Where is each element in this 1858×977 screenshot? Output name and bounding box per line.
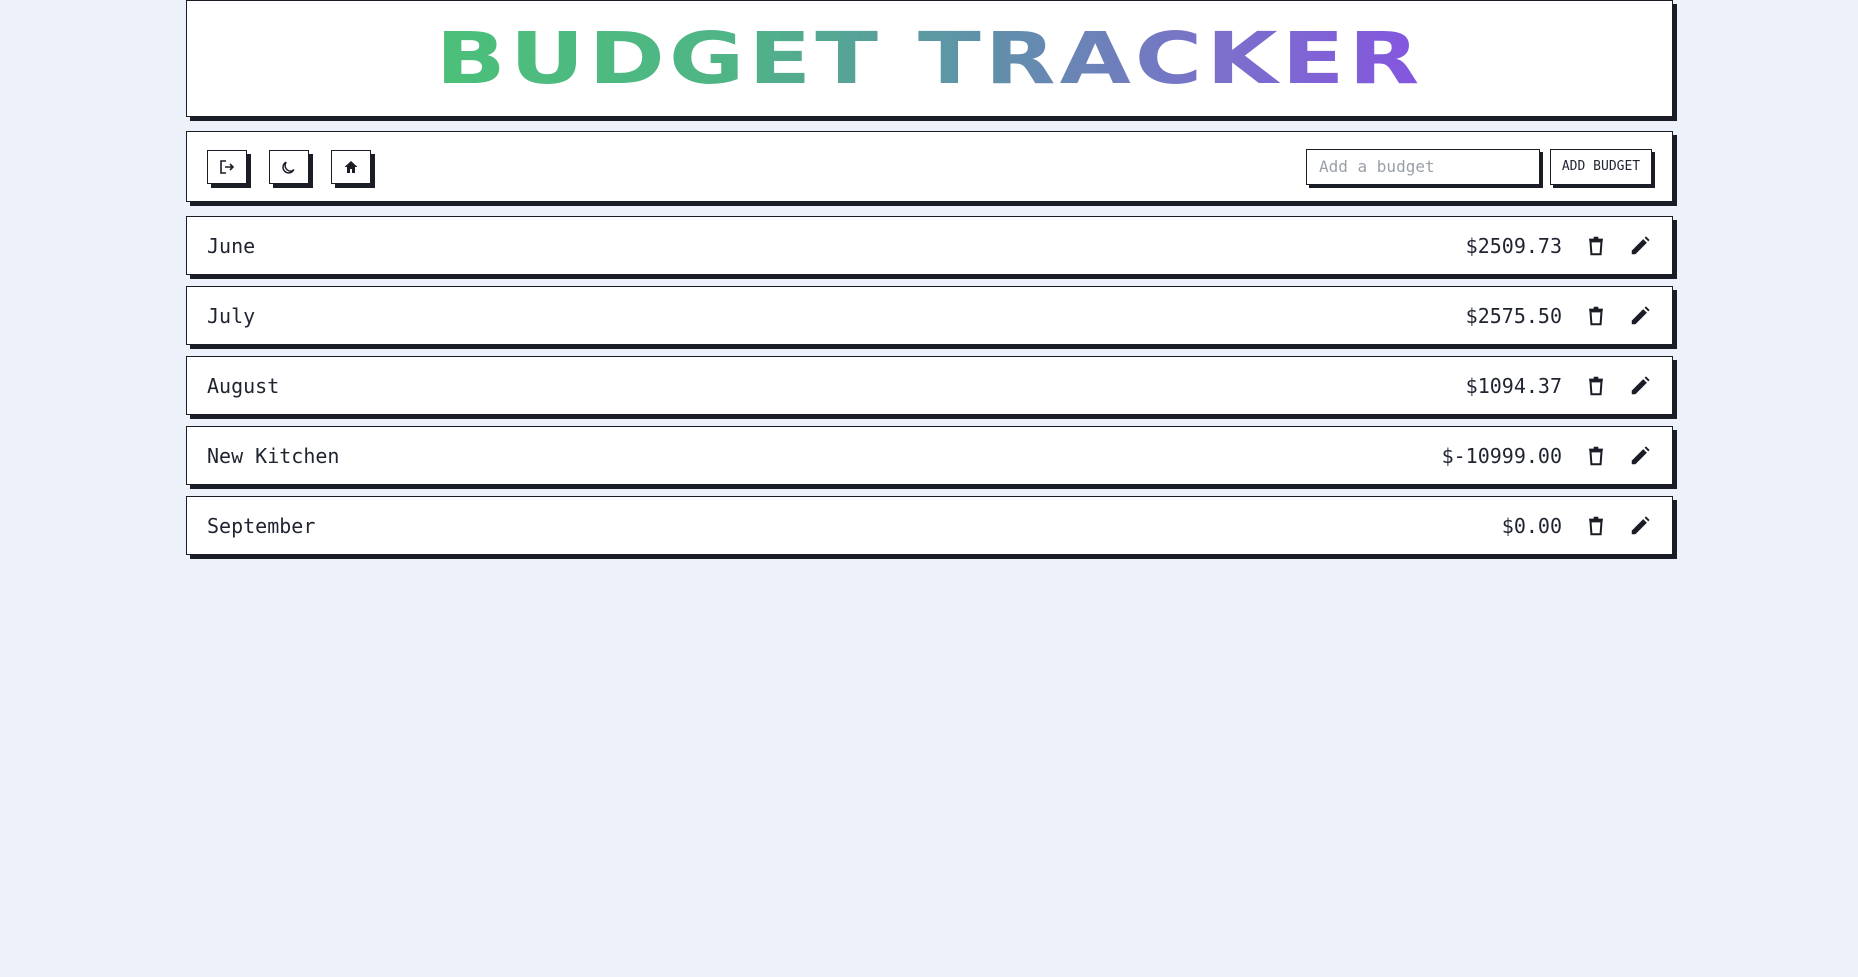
budget-name: July [207, 303, 256, 328]
budget-name: August [207, 373, 280, 398]
edit-button[interactable] [1628, 444, 1652, 468]
pencil-icon [1631, 235, 1650, 254]
add-budget-input[interactable] [1306, 148, 1540, 185]
pencil-icon [1631, 445, 1650, 464]
budget-name: September [207, 513, 316, 538]
pencil-icon [1631, 515, 1650, 534]
budget-amount: $-10999.00 [1441, 443, 1562, 468]
delete-button[interactable] [1584, 514, 1608, 538]
edit-button[interactable] [1628, 234, 1652, 258]
add-budget-button[interactable]: ADD BUDGET [1550, 148, 1652, 185]
pencil-icon [1631, 375, 1650, 394]
delete-button[interactable] [1584, 374, 1608, 398]
budget-row-june[interactable]: June $2509.73 [186, 216, 1673, 275]
budget-list: June $2509.73 July $2575.50 August $1094… [186, 216, 1673, 555]
budget-amount: $2575.50 [1465, 303, 1562, 328]
budget-name: New Kitchen [207, 443, 340, 468]
page-title: BUDGET TRACKER [435, 16, 1424, 100]
trash-icon [1589, 306, 1603, 325]
dark-mode-button[interactable] [269, 149, 309, 184]
logout-icon [220, 159, 235, 174]
delete-button[interactable] [1584, 304, 1608, 328]
home-icon [344, 160, 358, 173]
budget-amount: $0.00 [1501, 513, 1562, 538]
budget-name: June [207, 233, 256, 258]
app-container: BUDGET TRACKER ADD BUDGET June $2509.73 [186, 0, 1673, 566]
edit-button[interactable] [1628, 374, 1652, 398]
trash-icon [1589, 376, 1603, 395]
pencil-icon [1631, 305, 1650, 324]
moon-icon [282, 161, 295, 174]
header: BUDGET TRACKER [186, 0, 1673, 117]
delete-button[interactable] [1584, 234, 1608, 258]
budget-row-new-kitchen[interactable]: New Kitchen $-10999.00 [186, 426, 1673, 485]
budget-row-july[interactable]: July $2575.50 [186, 286, 1673, 345]
delete-button[interactable] [1584, 444, 1608, 468]
trash-icon [1589, 236, 1603, 255]
edit-button[interactable] [1628, 304, 1652, 328]
logout-button[interactable] [207, 149, 247, 184]
edit-button[interactable] [1628, 514, 1652, 538]
budget-row-september[interactable]: September $0.00 [186, 496, 1673, 555]
budget-amount: $1094.37 [1465, 373, 1562, 398]
toolbar: ADD BUDGET [186, 131, 1673, 202]
budget-row-august[interactable]: August $1094.37 [186, 356, 1673, 415]
trash-icon [1589, 446, 1603, 465]
home-button[interactable] [331, 149, 371, 184]
trash-icon [1589, 516, 1603, 535]
budget-amount: $2509.73 [1465, 233, 1562, 258]
